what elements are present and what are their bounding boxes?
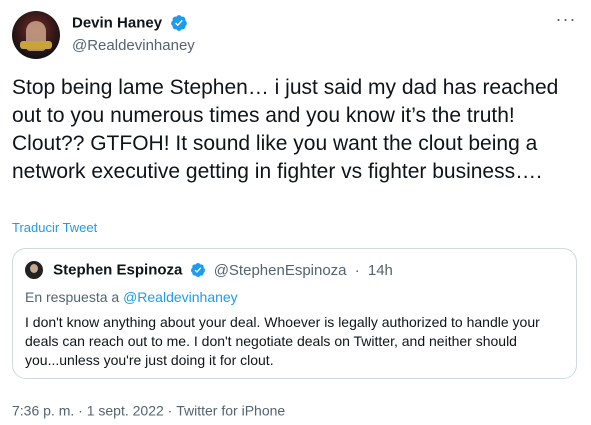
verified-badge-icon [170, 15, 187, 31]
quoted-author-name: Stephen Espinoza [53, 261, 183, 279]
quoted-avatar[interactable] [25, 261, 43, 280]
author-name[interactable]: Devin Haney [72, 15, 162, 32]
quoted-timestamp[interactable]: 14h [368, 262, 393, 279]
more-options-icon[interactable]: ··· [555, 10, 577, 34]
quoted-text: I don't know anything about your deal. W… [25, 314, 540, 368]
author-handle[interactable]: @Realdevinhaney [72, 37, 195, 54]
tweet-meta: 7:36 p. m. · 1 sept. 2022 · Twitter for … [12, 401, 285, 418]
verified-badge-icon [190, 263, 205, 278]
reply-mention-link[interactable]: @Realdevinhaney [123, 289, 238, 305]
tweet-date[interactable]: 1 sept. 2022 [87, 402, 164, 418]
quoted-header: Stephen Espinoza @StephenEspinoza · 14h [25, 261, 393, 281]
tweet-card: Devin Haney @Realdevinhaney ··· Stop bei… [0, 0, 591, 425]
tweet-time[interactable]: 7:36 p. m. [12, 402, 74, 418]
translate-link[interactable]: Traducir Tweet [12, 220, 97, 235]
tweet-source[interactable]: Twitter for iPhone [176, 402, 285, 418]
quoted-tweet[interactable]: Stephen Espinoza @StephenEspinoza · 14h … [12, 248, 577, 379]
avatar-belt [20, 41, 52, 49]
meta-separator: · [167, 402, 173, 419]
tweet-text: Stop being lame Stephen… i just said my … [12, 76, 559, 183]
author-avatar[interactable] [12, 11, 60, 59]
reply-prefix: En respuesta a [25, 289, 120, 305]
quoted-reply-context: En respuesta a @Realdevinhaney [25, 289, 238, 305]
tweet-header: Devin Haney @Realdevinhaney ··· [12, 10, 579, 60]
author-name-row[interactable]: Devin Haney [72, 14, 188, 32]
quoted-author-handle: @StephenEspinoza [213, 261, 347, 279]
meta-separator: · [78, 402, 83, 419]
quoted-separator: · [354, 261, 360, 279]
